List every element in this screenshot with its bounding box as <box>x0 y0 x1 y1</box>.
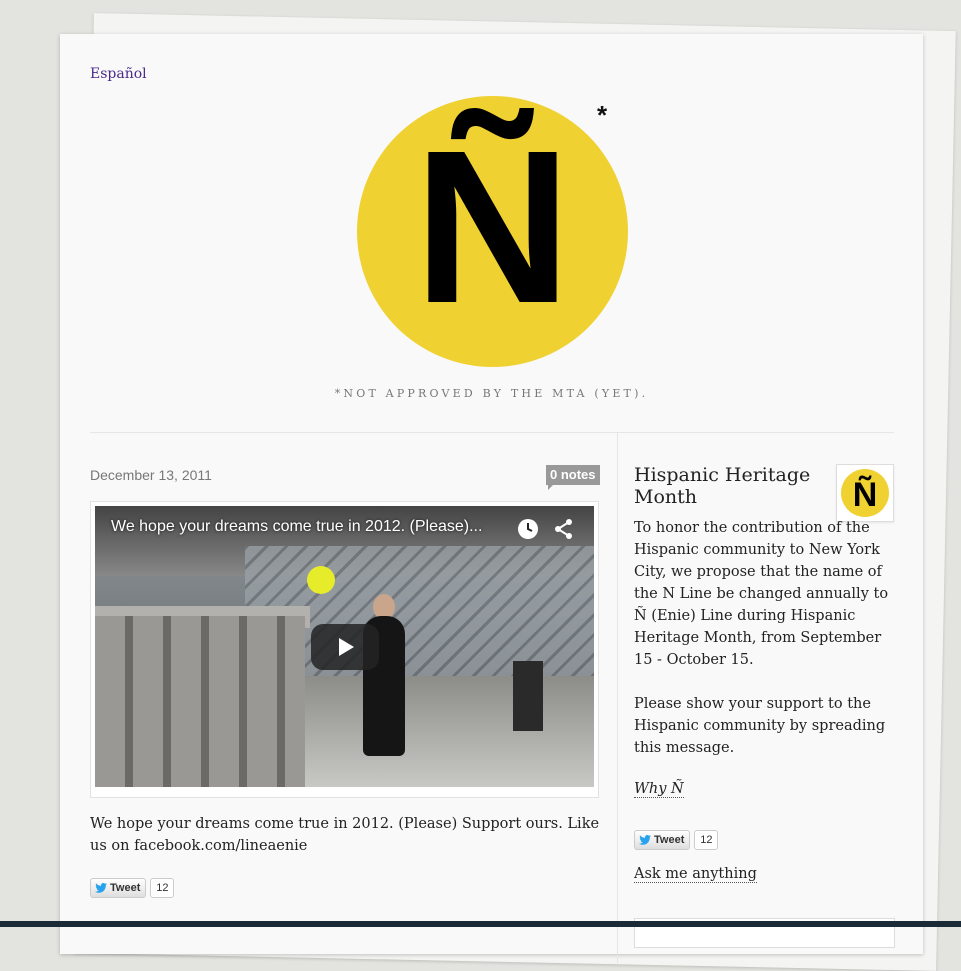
logo-letter: Ñ <box>413 106 572 349</box>
avatar-letter: Ñ <box>841 469 889 517</box>
video-thumbnail-balustrade <box>95 616 305 787</box>
column-divider <box>617 433 618 963</box>
twitter-bird-icon <box>639 835 651 845</box>
post-date[interactable]: December 13, 2011 <box>90 467 212 483</box>
tweet-button[interactable]: Tweet <box>90 878 147 898</box>
video-thumbnail-bin <box>513 661 543 731</box>
logo-enie[interactable]: Ñ <box>357 96 628 367</box>
notes-badge[interactable]: 0 notes <box>546 465 600 490</box>
tagline: *NOT APPROVED BY THE MTA (YET). <box>334 387 649 400</box>
play-button[interactable] <box>311 624 379 670</box>
sidebar-title: Hispanic Heritage Month <box>634 464 811 508</box>
description-paragraph-1: To honor the contribution of the Hispani… <box>634 520 889 668</box>
description-paragraph-2: Please show your support to the Hispanic… <box>634 696 886 756</box>
why-enie-link[interactable]: Why Ñ <box>634 781 684 798</box>
share-icon[interactable] <box>553 518 575 540</box>
sidebar-tweet-count: 12 <box>694 830 719 850</box>
header-divider <box>90 432 894 433</box>
sidebar-tweet-button[interactable]: Tweet <box>634 830 691 850</box>
ask-me-anything-link[interactable]: Ask me anything <box>634 866 757 883</box>
twitter-bird-icon <box>95 883 107 893</box>
watch-later-icon[interactable] <box>517 518 539 540</box>
sidebar-avatar[interactable]: Ñ <box>836 464 894 522</box>
video-player[interactable]: We hope your dreams come true in 2012. (… <box>95 506 594 787</box>
tweet-count: 12 <box>150 878 175 898</box>
sidebar-description: To honor the contribution of the Hispani… <box>634 517 896 781</box>
tweet-button-label: Tweet <box>110 882 141 894</box>
language-link-espanol[interactable]: Español <box>90 66 147 82</box>
video-embed: We hope your dreams come true in 2012. (… <box>90 501 599 798</box>
bottom-bar <box>0 921 961 927</box>
video-title[interactable]: We hope your dreams come true in 2012. (… <box>111 518 482 536</box>
blog-page: Español Ñ * *NOT APPROVED BY THE MTA (YE… <box>60 34 923 963</box>
post-tweet-widget: Tweet 12 <box>90 878 175 898</box>
video-thumbnail-ball <box>307 566 335 594</box>
logo-asterisk: * <box>597 100 608 130</box>
sidebar-tweet-label: Tweet <box>654 834 685 846</box>
sidebar-tweet-widget: Tweet 12 <box>634 830 719 850</box>
post-caption: We hope your dreams come true in 2012. (… <box>90 816 600 854</box>
